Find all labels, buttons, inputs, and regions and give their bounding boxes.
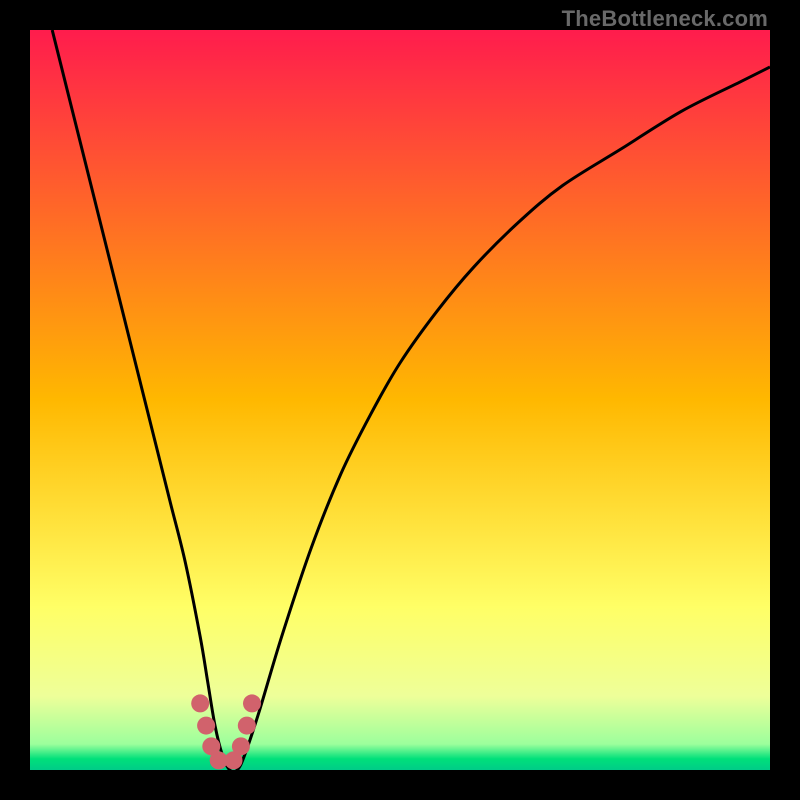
curve-marker <box>243 694 261 712</box>
curve-marker <box>191 694 209 712</box>
curve-marker <box>197 717 215 735</box>
watermark-text: TheBottleneck.com <box>562 6 768 32</box>
chart-frame <box>30 30 770 770</box>
curve-marker <box>238 717 256 735</box>
gradient-background <box>30 30 770 770</box>
bottleneck-chart <box>30 30 770 770</box>
curve-marker <box>232 737 250 755</box>
